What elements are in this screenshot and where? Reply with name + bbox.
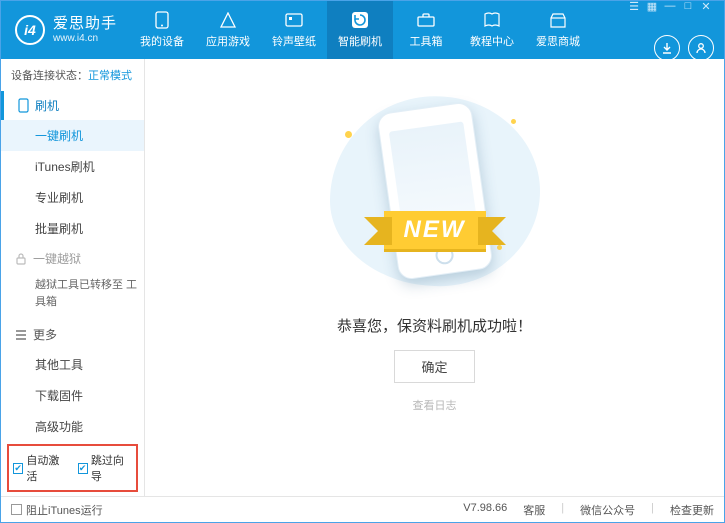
window-controls: ☰ ▦ — □ ✕ bbox=[626, 0, 714, 13]
phone-icon bbox=[18, 98, 29, 113]
sidebar-item-itunes-flash[interactable]: iTunes刷机 bbox=[1, 151, 144, 182]
nav-store[interactable]: 爱思商城 bbox=[525, 1, 591, 59]
main-content: NEW 恭喜您，保资料刷机成功啦！ 确定 查看日志 bbox=[145, 59, 724, 496]
toolbox-icon bbox=[417, 11, 435, 29]
sidebar: 设备连接状态：正常模式 刷机 一键刷机 iTunes刷机 专业刷机 批量刷机 一… bbox=[1, 59, 145, 496]
phone-icon bbox=[153, 11, 171, 29]
sidebar-item-oneclick-flash[interactable]: 一键刷机 bbox=[1, 120, 144, 151]
footer: 阻止iTunes运行 V7.98.66 客服 | 微信公众号 | 检查更新 bbox=[1, 496, 724, 522]
apps-icon bbox=[219, 11, 237, 29]
maximize-icon[interactable]: □ bbox=[680, 0, 696, 13]
nav-tutorials[interactable]: 教程中心 bbox=[459, 1, 525, 59]
section-jailbreak[interactable]: 一键越狱 bbox=[1, 244, 144, 273]
logo-icon: i4 bbox=[15, 15, 45, 45]
support-link[interactable]: 客服 bbox=[523, 502, 545, 518]
nav-toolbox[interactable]: 工具箱 bbox=[393, 1, 459, 59]
header-right: ☰ ▦ — □ ✕ bbox=[626, 0, 714, 61]
wechat-link[interactable]: 微信公众号 bbox=[580, 502, 635, 518]
refresh-icon bbox=[351, 11, 369, 29]
top-nav: 我的设备 应用游戏 铃声壁纸 智能刷机 工具箱 教程中心 bbox=[129, 1, 591, 59]
flash-options: ✔自动激活 ✔跳过向导 bbox=[7, 444, 138, 492]
book-icon bbox=[483, 11, 501, 29]
nav-apps[interactable]: 应用游戏 bbox=[195, 1, 261, 59]
sidebar-item-other-tools[interactable]: 其他工具 bbox=[1, 349, 144, 380]
logo: i4 爱思助手 www.i4.cn bbox=[15, 15, 117, 45]
jailbreak-note: 越狱工具已转移至 工具箱 bbox=[1, 273, 144, 320]
version-label: V7.98.66 bbox=[463, 502, 507, 518]
close-icon[interactable]: ✕ bbox=[698, 0, 714, 13]
checkbox-auto-activate[interactable]: ✔自动激活 bbox=[13, 452, 68, 484]
section-flash[interactable]: 刷机 bbox=[1, 91, 144, 120]
nav-flash[interactable]: 智能刷机 bbox=[327, 1, 393, 59]
wallpaper-icon bbox=[285, 11, 303, 29]
sidebar-item-advanced[interactable]: 高级功能 bbox=[1, 411, 144, 442]
lock-icon[interactable]: ▦ bbox=[644, 0, 660, 13]
view-log-link[interactable]: 查看日志 bbox=[413, 397, 457, 413]
user-button[interactable] bbox=[688, 35, 714, 61]
minimize-icon[interactable]: — bbox=[662, 0, 678, 13]
app-url: www.i4.cn bbox=[53, 33, 117, 44]
body: 设备连接状态：正常模式 刷机 一键刷机 iTunes刷机 专业刷机 批量刷机 一… bbox=[1, 59, 724, 496]
new-ribbon: NEW bbox=[384, 211, 486, 249]
app-window: i4 爱思助手 www.i4.cn 我的设备 应用游戏 铃声壁纸 智能刷机 bbox=[0, 0, 725, 523]
sidebar-item-batch-flash[interactable]: 批量刷机 bbox=[1, 213, 144, 244]
menu-icon[interactable]: ☰ bbox=[626, 0, 642, 13]
check-update-link[interactable]: 检查更新 bbox=[670, 502, 714, 518]
download-button[interactable] bbox=[654, 35, 680, 61]
header: i4 爱思助手 www.i4.cn 我的设备 应用游戏 铃声壁纸 智能刷机 bbox=[1, 1, 724, 59]
app-name: 爱思助手 bbox=[53, 16, 117, 33]
sidebar-item-download-fw[interactable]: 下载固件 bbox=[1, 380, 144, 411]
checkbox-block-itunes[interactable]: 阻止iTunes运行 bbox=[11, 502, 103, 518]
nav-ringtones[interactable]: 铃声壁纸 bbox=[261, 1, 327, 59]
success-illustration: NEW bbox=[315, 95, 555, 295]
checkbox-skip-guide[interactable]: ✔跳过向导 bbox=[78, 452, 133, 484]
sidebar-item-pro-flash[interactable]: 专业刷机 bbox=[1, 182, 144, 213]
section-more[interactable]: 更多 bbox=[1, 320, 144, 349]
list-icon bbox=[15, 330, 27, 340]
ok-button[interactable]: 确定 bbox=[394, 350, 474, 383]
store-icon bbox=[549, 11, 567, 29]
success-message: 恭喜您，保资料刷机成功啦！ bbox=[337, 315, 532, 336]
nav-my-device[interactable]: 我的设备 bbox=[129, 1, 195, 59]
connection-status: 设备连接状态：正常模式 bbox=[1, 59, 144, 91]
lock-icon bbox=[15, 253, 27, 265]
